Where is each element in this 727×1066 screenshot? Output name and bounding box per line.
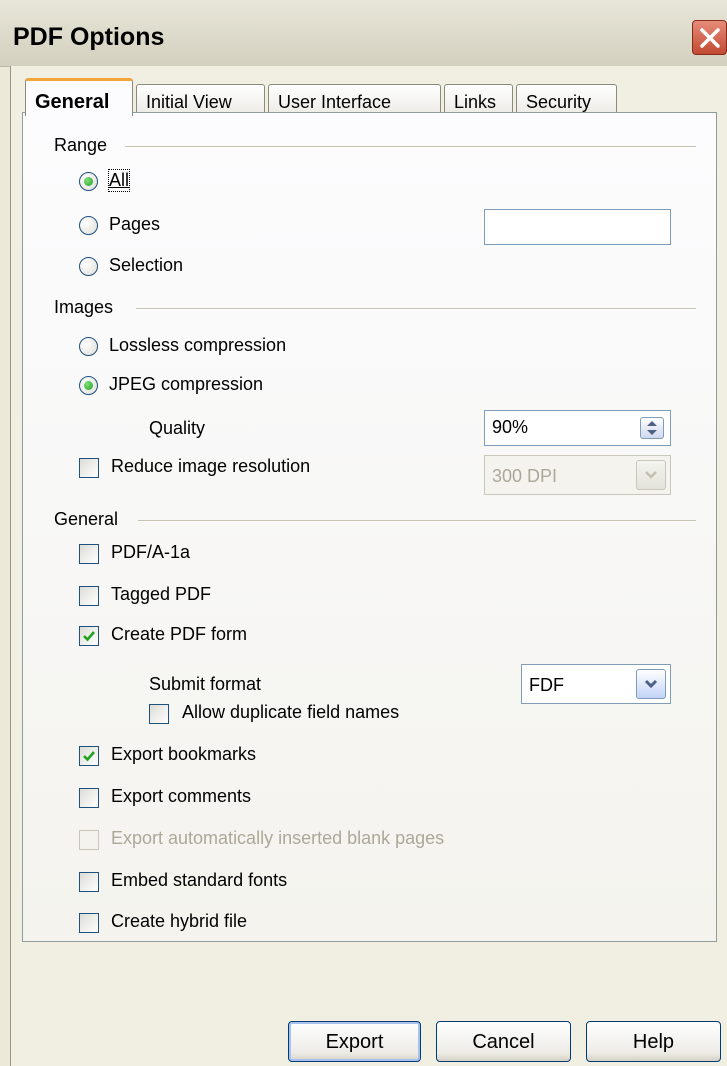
pdfa-checkbox[interactable] <box>79 544 99 564</box>
export-blank-pages-label: Export automatically inserted blank page… <box>111 828 445 848</box>
quality-label: Quality <box>149 418 206 438</box>
window-title: PDF Options <box>13 23 165 51</box>
tab-bar: General Initial View User Interface Link… <box>18 78 718 116</box>
embed-fonts-label[interactable]: Embed standard fonts <box>111 870 287 891</box>
radio-pages-label[interactable]: Pages <box>109 214 160 235</box>
radio-all-label[interactable]: All <box>107 169 131 192</box>
export-bookmarks-checkbox[interactable] <box>79 746 99 766</box>
pages-input[interactable] <box>484 209 671 245</box>
hybrid-file-checkbox[interactable] <box>79 913 99 933</box>
cancel-button[interactable]: Cancel <box>436 1021 571 1062</box>
radio-selection-label[interactable]: Selection <box>109 255 183 276</box>
export-blank-pages-checkbox <box>79 830 99 850</box>
radio-pages[interactable] <box>79 216 98 235</box>
tab-user-interface[interactable]: User Interface <box>268 84 441 114</box>
embed-fonts-checkbox[interactable] <box>79 872 99 892</box>
quality-spinner[interactable] <box>640 417 664 439</box>
allow-duplicates-checkbox[interactable] <box>149 704 169 724</box>
pdf-options-dialog: PDF Options General Initial View User In… <box>0 0 727 1066</box>
general-group-label: General <box>54 509 119 529</box>
tagged-pdf-checkbox[interactable] <box>79 586 99 606</box>
export-comments-checkbox[interactable] <box>79 788 99 808</box>
radio-lossless-label[interactable]: Lossless compression <box>109 335 286 356</box>
checkmark-icon <box>83 751 95 762</box>
export-comments-label[interactable]: Export comments <box>111 786 251 807</box>
tab-initial-view[interactable]: Initial View <box>136 84 265 114</box>
export-bookmarks-label[interactable]: Export bookmarks <box>111 744 256 765</box>
range-group-label: Range <box>54 135 108 155</box>
spin-arrows-icon <box>647 421 657 435</box>
range-divider <box>125 146 696 148</box>
tab-security[interactable]: Security <box>516 84 617 114</box>
create-form-checkbox[interactable] <box>79 626 99 646</box>
allow-duplicates-label[interactable]: Allow duplicate field names <box>182 702 399 723</box>
close-icon <box>700 28 720 48</box>
tab-links[interactable]: Links <box>444 84 513 114</box>
help-button[interactable]: Help <box>586 1021 721 1062</box>
hybrid-file-label[interactable]: Create hybrid file <box>111 911 247 932</box>
submit-format-dropdown-button[interactable] <box>636 669 666 699</box>
reduce-resolution-checkbox[interactable] <box>79 458 99 478</box>
tagged-pdf-label[interactable]: Tagged PDF <box>111 584 211 605</box>
pdfa-label[interactable]: PDF/A-1a <box>111 542 190 563</box>
radio-jpeg-label[interactable]: JPEG compression <box>109 374 263 395</box>
radio-jpeg[interactable] <box>79 376 98 395</box>
create-form-label[interactable]: Create PDF form <box>111 624 247 645</box>
reduce-resolution-label[interactable]: Reduce image resolution <box>111 456 310 477</box>
radio-selected-dot <box>84 381 93 390</box>
general-divider <box>138 520 696 522</box>
images-divider <box>136 308 696 310</box>
radio-selection[interactable] <box>79 257 98 276</box>
images-group-label: Images <box>54 297 114 317</box>
title-bar[interactable]: PDF Options <box>0 0 727 67</box>
submit-format-label: Submit format <box>149 674 262 694</box>
checkmark-icon <box>83 631 95 642</box>
export-button[interactable]: Export <box>288 1021 421 1062</box>
radio-all[interactable] <box>79 172 98 191</box>
all-label-text: All <box>109 170 130 190</box>
radio-lossless[interactable] <box>79 337 98 356</box>
chevron-down-icon <box>645 471 657 479</box>
chevron-down-icon <box>644 679 658 689</box>
tab-general[interactable]: General <box>25 78 133 116</box>
radio-selected-dot <box>84 177 93 186</box>
resolution-dropdown-button[interactable] <box>636 460 666 490</box>
close-button[interactable] <box>692 20 727 55</box>
